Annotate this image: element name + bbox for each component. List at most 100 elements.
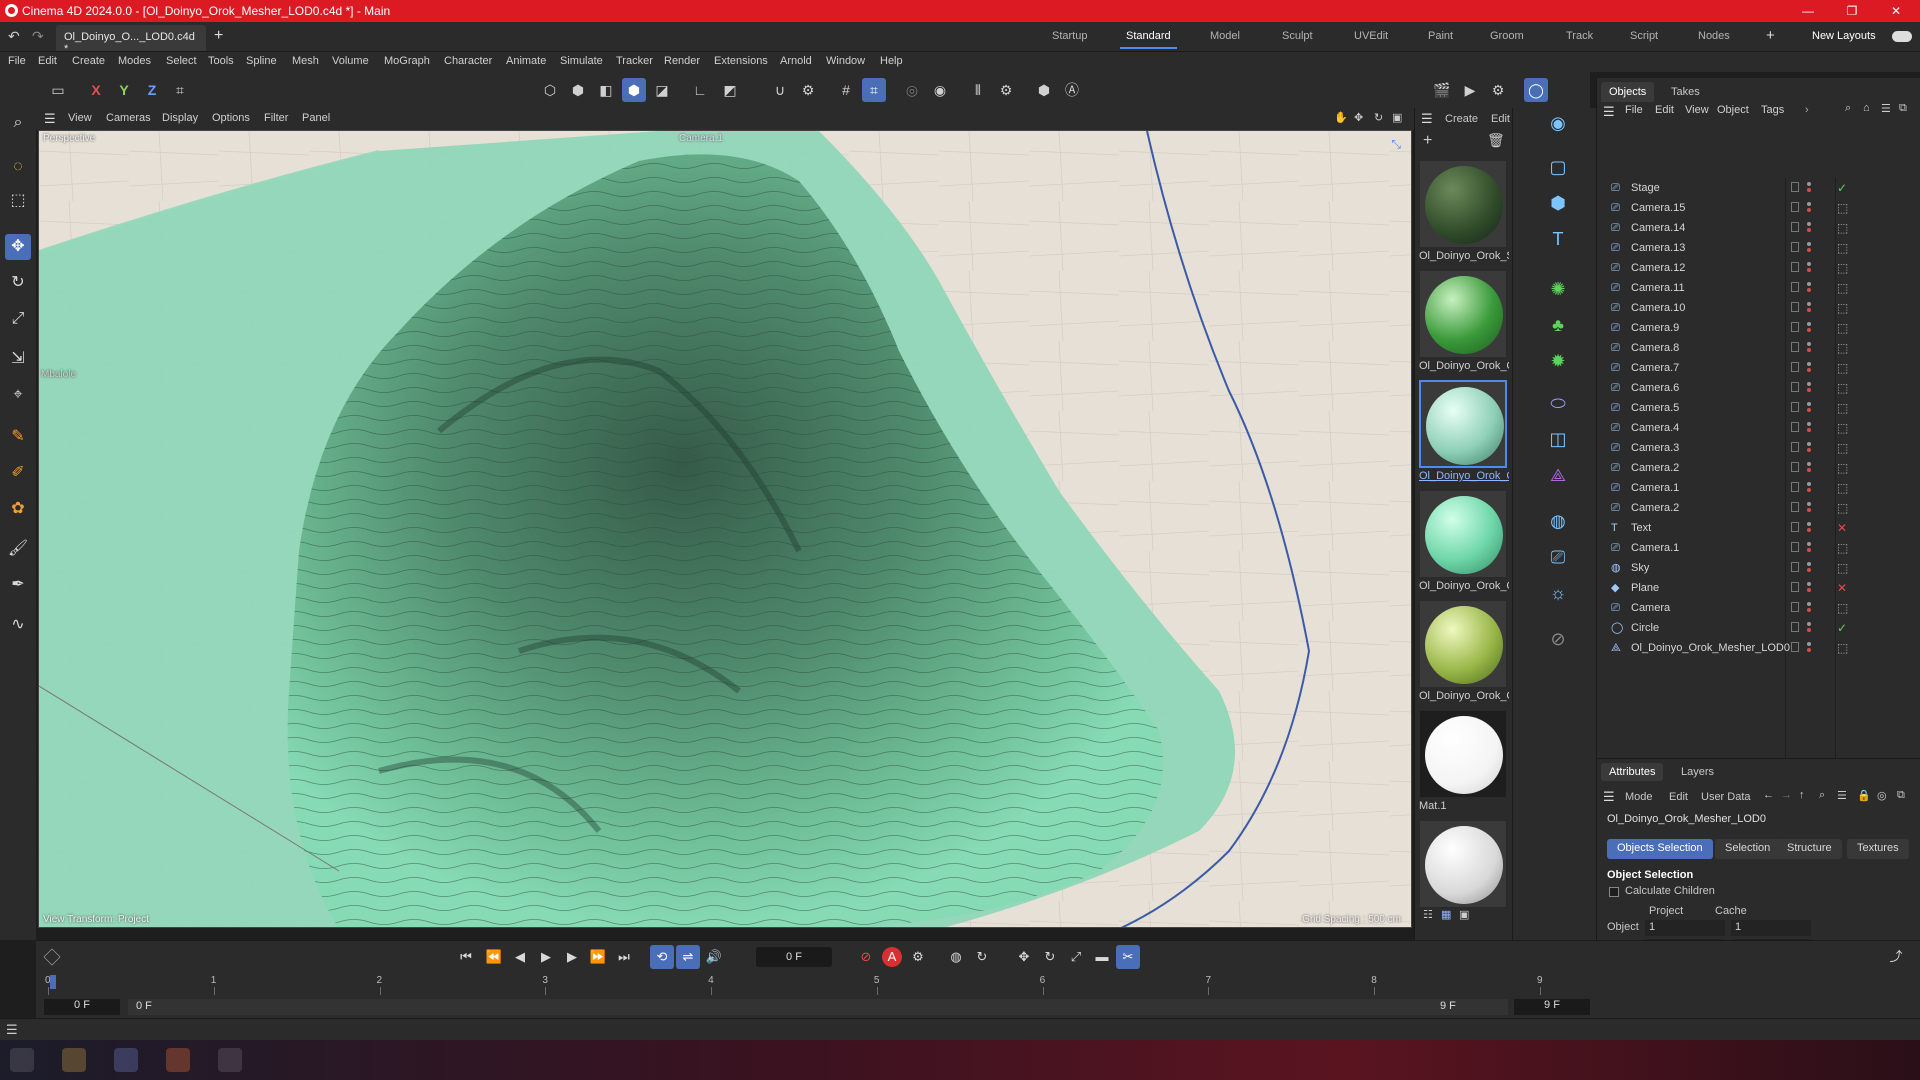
render-visibility-icon[interactable] (1807, 288, 1811, 292)
playhead[interactable] (50, 975, 56, 989)
menu-spline[interactable]: Spline (246, 55, 277, 67)
key-interpolation-icon[interactable]: ↻ (970, 945, 994, 969)
spline-square-icon[interactable]: ▢ (1543, 152, 1573, 182)
layer-icon[interactable] (1791, 282, 1799, 292)
symmetry-icon[interactable]: ⫴ (966, 78, 990, 102)
new-window-icon[interactable]: ⧉ (1899, 102, 1907, 115)
key-position-icon[interactable]: ✥ (1012, 945, 1036, 969)
editor-visibility-icon[interactable] (1807, 302, 1811, 306)
protection-tag-icon[interactable]: ⬚ (1837, 381, 1848, 395)
editor-visibility-icon[interactable] (1807, 402, 1811, 406)
render-visibility-icon[interactable] (1807, 388, 1811, 392)
next-key-icon[interactable]: ⏩ (586, 945, 610, 969)
object-row[interactable]: ⎚ Camera.13 ⬚ (1597, 238, 1920, 258)
new-window-icon[interactable]: ⧉ (1897, 789, 1905, 802)
material-slot[interactable]: Ol_Doinyo_Orok_S (1419, 160, 1509, 262)
protection-tag-icon[interactable]: ⬚ (1837, 201, 1848, 215)
up-arrow-icon[interactable]: ↑ (1799, 789, 1805, 801)
om-menu-file[interactable]: File (1625, 104, 1643, 116)
editor-visibility-icon[interactable] (1807, 202, 1811, 206)
protection-tag-icon[interactable]: ⬚ (1837, 281, 1848, 295)
om-menu-edit[interactable]: Edit (1655, 104, 1674, 116)
settings-icon[interactable]: ◎ (1877, 789, 1887, 802)
deformer-icon[interactable]: ⬭ (1543, 388, 1573, 418)
undo-icon[interactable]: ↶ (8, 28, 20, 45)
render-visibility-icon[interactable] (1807, 368, 1811, 372)
at-menu-mode[interactable]: Mode (1625, 791, 1653, 803)
layer-icon[interactable] (1791, 602, 1799, 612)
protection-tag-icon[interactable]: ⬚ (1837, 441, 1848, 455)
lock-icon[interactable]: 🔒 (1857, 789, 1871, 802)
render-visibility-icon[interactable] (1807, 308, 1811, 312)
viewport-menu-panel[interactable]: Panel (302, 112, 330, 124)
editor-visibility-icon[interactable] (1807, 282, 1811, 286)
layout-tab-standard[interactable]: Standard (1120, 30, 1177, 49)
editor-visibility-icon[interactable] (1807, 382, 1811, 386)
layer-icon[interactable] (1791, 582, 1799, 592)
layer-icon[interactable] (1791, 362, 1799, 372)
protection-tag-icon[interactable]: ⬚ (1837, 221, 1848, 235)
editor-visibility-icon[interactable] (1807, 482, 1811, 486)
layer-icon[interactable] (1791, 342, 1799, 352)
render-visibility-icon[interactable] (1807, 508, 1811, 512)
editor-visibility-icon[interactable] (1807, 602, 1811, 606)
next-frame-icon[interactable]: ▶ (560, 945, 584, 969)
orbit-view-icon[interactable]: ↻ (1374, 111, 1383, 124)
object-row[interactable]: ⎚ Camera.14 ⬚ (1597, 218, 1920, 238)
viewport-menu-view[interactable]: View (68, 112, 92, 124)
start-frame-field[interactable]: 0 F (44, 999, 120, 1015)
editor-visibility-icon[interactable] (1807, 642, 1811, 646)
object-row[interactable]: ⎚ Camera.5 ⬚ (1597, 398, 1920, 418)
document-tab[interactable]: Ol_Doinyo_O..._LOD0.c4d * (56, 25, 206, 55)
current-frame-field[interactable]: 0 F (756, 947, 832, 967)
add-material-icon[interactable]: + (1423, 132, 1432, 150)
layer-icon[interactable] (1791, 502, 1799, 512)
new-tab-icon[interactable]: + (214, 27, 223, 45)
layer-icon[interactable] (1791, 642, 1799, 652)
tab-objects[interactable]: Objects (1601, 82, 1655, 102)
list-view-icon[interactable]: ☷ (1423, 908, 1433, 921)
editor-visibility-icon[interactable] (1807, 242, 1811, 246)
paint-tool-icon[interactable]: ✒ (5, 572, 31, 598)
object-manager-menu-icon[interactable]: ☰ (1603, 104, 1615, 120)
viewport-menu-display[interactable]: Display (162, 112, 198, 124)
layout-tab-uvedit[interactable]: UVEdit (1354, 30, 1388, 42)
render-view-icon[interactable]: ⬢ (1032, 78, 1056, 102)
minimize-icon[interactable]: — (1786, 0, 1830, 22)
layout-tab-sculpt[interactable]: Sculpt (1282, 30, 1313, 42)
render-visibility-icon[interactable] (1807, 568, 1811, 572)
soft-selection-icon[interactable]: ◎ (900, 78, 924, 102)
sound-icon[interactable]: 🔊 (702, 945, 726, 969)
auto-key-button[interactable]: A (882, 947, 902, 967)
menu-help[interactable]: Help (880, 55, 903, 67)
points-mode-icon[interactable]: ⬡ (538, 78, 562, 102)
tab-selection[interactable]: Selection (1715, 839, 1781, 859)
disabled-x-icon[interactable]: ✕ (1837, 521, 1847, 535)
render-visibility-icon[interactable] (1807, 468, 1811, 472)
layer-icon[interactable] (1791, 442, 1799, 452)
viewport-menu-filter[interactable]: Filter (264, 112, 288, 124)
editor-visibility-icon[interactable] (1807, 322, 1811, 326)
render-visibility-icon[interactable] (1807, 548, 1811, 552)
menu-render[interactable]: Render (664, 55, 700, 67)
tab-textures[interactable]: Textures (1847, 839, 1909, 859)
3d-viewport[interactable]: Perspective Camera.1 Mbalole View Transf… (38, 130, 1412, 928)
protection-tag-icon[interactable]: ⬚ (1837, 301, 1848, 315)
axis-mode-icon[interactable]: ∟ (688, 78, 712, 102)
material-menu-create[interactable]: Create (1445, 113, 1478, 125)
object-row[interactable]: ◆ Plane ✕ (1597, 578, 1920, 598)
layer-icon[interactable] (1791, 382, 1799, 392)
key-rotation-icon[interactable]: ↻ (1038, 945, 1062, 969)
camera-object-icon[interactable]: ◉ (1543, 108, 1573, 138)
material-slot-selected[interactable]: Ol_Doinyo_Orok_C (1419, 380, 1509, 482)
search-icon[interactable]: ⌕ (1819, 789, 1825, 802)
timeline-graph-icon[interactable]: ⤴ (1884, 945, 1908, 969)
protection-tag-icon[interactable]: ⬚ (1837, 461, 1848, 475)
menu-tracker[interactable]: Tracker (616, 55, 653, 67)
object-row[interactable]: ⎚ Camera.4 ⬚ (1597, 418, 1920, 438)
disabled-x-icon[interactable]: ✕ (1837, 581, 1847, 595)
protection-tag-icon[interactable]: ⬚ (1837, 481, 1848, 495)
render-visibility-icon[interactable] (1807, 408, 1811, 412)
object-row[interactable]: ⎚ Camera.7 ⬚ (1597, 358, 1920, 378)
maximize-view-icon[interactable]: ▣ (1392, 111, 1402, 124)
